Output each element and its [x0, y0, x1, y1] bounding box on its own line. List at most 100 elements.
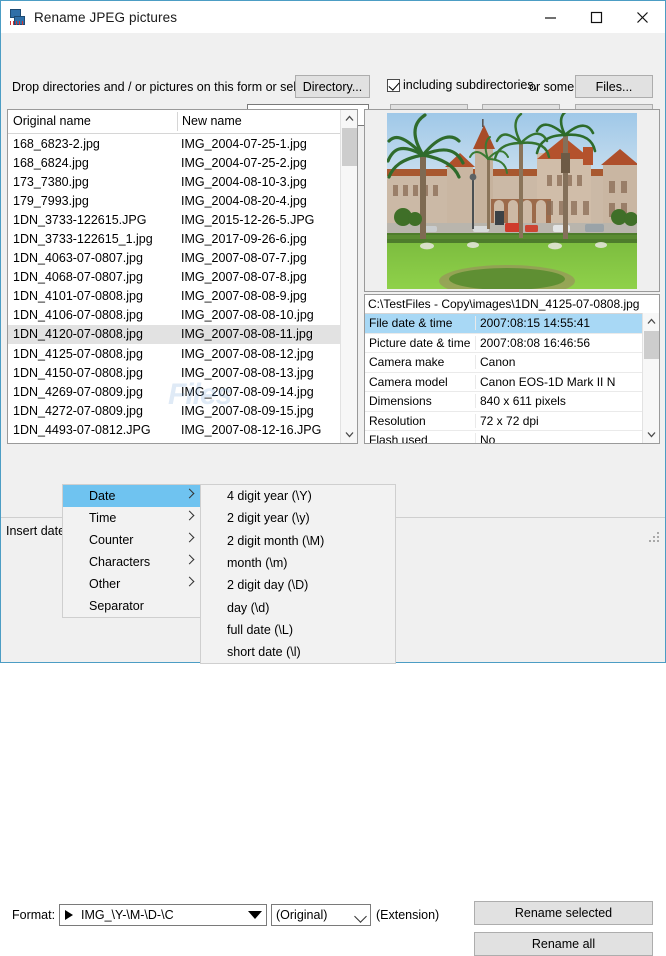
column-header-original-name[interactable]: Original name	[13, 114, 91, 128]
chevron-right-icon	[184, 532, 195, 543]
column-header-new-name[interactable]: New name	[182, 114, 242, 128]
cell-original-name: 1DN_4150-07-0808.jpg	[13, 365, 143, 380]
menu-item[interactable]: Date	[63, 485, 202, 507]
rename-app-icon	[10, 9, 26, 25]
file-list-scrollbar[interactable]	[340, 110, 357, 443]
insert-token-triangle-icon[interactable]	[65, 910, 73, 920]
submenu-item[interactable]: day (\d)	[201, 596, 395, 618]
cell-original-name: 1DN_4101-07-0808.jpg	[13, 289, 143, 304]
drop-instruction-label: Drop directories and / or pictures on th…	[12, 80, 324, 94]
menu-item[interactable]: Time	[63, 507, 202, 529]
exif-scrollbar[interactable]	[642, 313, 659, 443]
exif-row[interactable]: Dimensions 840 x 611 pixels	[365, 392, 659, 412]
directory-button[interactable]: Directory...	[295, 75, 370, 98]
table-row[interactable]: 173_7380.jpg IMG_2004-08-10-3.jpg	[8, 172, 357, 191]
cell-original-name: 1DN_4063-07-0807.jpg	[13, 251, 143, 266]
submenu-item-label: month (\m)	[227, 556, 288, 571]
table-row[interactable]: 1DN_4063-07-0807.jpg IMG_2007-08-07-7.jpg	[8, 249, 357, 268]
exif-info-panel[interactable]: C:\TestFiles - Copy\images\1DN_4125-07-0…	[364, 294, 660, 444]
exif-scroll-up-icon[interactable]	[643, 313, 659, 330]
cell-original-name: 168_6823-2.jpg	[13, 136, 100, 151]
menu-item[interactable]: Separator	[63, 595, 202, 617]
cell-new-name: IMG_2007-08-09-14.jpg	[181, 384, 314, 399]
submenu-item[interactable]: 2 digit year (\y)	[201, 507, 395, 529]
exif-row[interactable]: File date & time 2007:08:15 14:55:41	[365, 314, 659, 334]
table-row[interactable]: 1DN_3733-122615_1.jpg IMG_2017-09-26-6.jp…	[8, 229, 357, 248]
submenu-item[interactable]: full date (\L)	[201, 619, 395, 641]
cell-new-name: IMG_2007-08-09-15.jpg	[181, 403, 314, 418]
table-row[interactable]: 1DN_4272-07-0809.jpg IMG_2007-08-09-15.jp…	[8, 401, 357, 420]
including-subdirectories-checkbox[interactable]: including subdirectories,	[387, 78, 537, 92]
exif-row[interactable]: Camera make Canon	[365, 353, 659, 373]
format-combobox[interactable]: IMG_\Y-\M-\D-\C	[59, 904, 267, 926]
extension-value: (Original)	[276, 908, 328, 922]
table-row[interactable]: 168_6824.jpg IMG_2004-07-25-2.jpg	[8, 153, 357, 172]
exif-row[interactable]: Flash used No	[365, 431, 659, 443]
table-row[interactable]: 168_6823-2.jpg IMG_2004-07-25-1.jpg	[8, 134, 357, 153]
submenu-item[interactable]: short date (\l)	[201, 641, 395, 663]
extension-combobox[interactable]: (Original)	[271, 904, 371, 926]
cell-original-name: 1DN_4120-07-0808.jpg	[13, 327, 143, 342]
exif-scroll-down-icon[interactable]	[643, 426, 659, 443]
submenu-item[interactable]: 2 digit month (\M)	[201, 530, 395, 552]
chevron-right-icon	[184, 576, 195, 587]
menu-item-label: Characters	[89, 555, 151, 569]
close-icon[interactable]	[619, 1, 665, 33]
cell-new-name: IMG_2007-08-08-13.jpg	[181, 365, 314, 380]
submenu-item[interactable]: month (\m)	[201, 552, 395, 574]
table-row[interactable]: 1DN_4068-07-0807.jpg IMG_2007-08-07-8.jpg	[8, 268, 357, 287]
exif-value: 2007:08:15 14:55:41	[475, 316, 659, 331]
scroll-down-icon[interactable]	[341, 426, 357, 443]
menu-item[interactable]: Counter	[63, 529, 202, 551]
table-row[interactable]: 179_7993.jpg IMG_2004-08-20-4.jpg	[8, 191, 357, 210]
menu-item[interactable]: Characters	[63, 551, 202, 573]
rename-selected-button[interactable]: Rename selected	[474, 901, 653, 925]
scrollbar-thumb[interactable]	[342, 128, 357, 166]
maximize-icon[interactable]	[573, 1, 619, 33]
table-row[interactable]: 1DN_4125-07-0808.jpg IMG_2007-08-08-12.jp…	[8, 344, 357, 363]
rename-all-button[interactable]: Rename all	[474, 932, 653, 956]
extension-chevron-down-icon[interactable]	[354, 910, 367, 923]
cell-new-name: IMG_2015-12-26-5.JPG	[181, 212, 315, 227]
table-row[interactable]: 1DN_4120-07-0808.jpg IMG_2007-08-08-11.jp…	[8, 324, 357, 345]
cell-original-name: 1DN_4269-07-0809.jpg	[13, 384, 143, 399]
table-row[interactable]: 1DN_4269-07-0809.jpg IMG_2007-08-09-14.jp…	[8, 382, 357, 401]
cell-original-name: 1DN_3733-122615.JPG	[13, 212, 147, 227]
table-row[interactable]: 1DN_4150-07-0808.jpg IMG_2007-08-08-13.jp…	[8, 363, 357, 382]
exif-key: Resolution	[369, 413, 426, 428]
submenu-item[interactable]: 2 digit day (\D)	[201, 574, 395, 596]
table-row[interactable]: 1DN_4493-07-0812.JPG IMG_2007-08-12-16.JP…	[8, 420, 357, 439]
cell-new-name: IMG_2017-09-26-17.jpg	[177, 442, 357, 443]
exif-value: 2007:08:08 16:46:56	[475, 335, 659, 350]
top-form-area: Drop directories and / or pictures on th…	[1, 33, 665, 127]
date-submenu[interactable]: 4 digit year (\Y) 2 digit year (\y) 2 digi…	[200, 484, 396, 665]
format-dropdown-arrow-icon[interactable]	[248, 911, 262, 919]
submenu-item[interactable]: 4 digit year (\Y)	[201, 485, 395, 507]
format-value: IMG_\Y-\M-\D-\C	[81, 908, 174, 922]
exif-key: Picture date & time	[369, 335, 471, 350]
submenu-item-label: full date (\L)	[227, 622, 294, 637]
menu-item[interactable]: Other	[63, 573, 202, 595]
file-list-panel[interactable]: Original name New name 168_6823-2.jpg IMG…	[7, 109, 358, 444]
exif-row[interactable]: Resolution 72 x 72 dpi	[365, 412, 659, 431]
chevron-right-icon	[184, 554, 195, 565]
resize-grip-icon[interactable]	[648, 531, 660, 543]
menu-item-label: Date	[89, 489, 116, 503]
checkbox-checked-icon[interactable]	[387, 78, 400, 92]
scroll-up-icon[interactable]	[341, 110, 357, 127]
app-window: Rename JPEG pictures Drop directories an…	[0, 0, 666, 956]
submenu-item-label: 2 digit month (\M)	[227, 533, 325, 548]
format-token-menu[interactable]: Date Time Counter Characters Other Separator	[62, 484, 203, 618]
table-row[interactable]: 1DN_4101-07-0808.jpg IMG_2007-08-08-9.jpg	[8, 287, 357, 306]
minimize-icon[interactable]	[527, 1, 573, 33]
table-row[interactable]: 1DN_4493-07-0812_1.jpgIMG_2017-09-26-17.…	[8, 440, 357, 443]
cell-new-name: IMG_2007-08-08-12.jpg	[181, 346, 314, 361]
table-row[interactable]: 1DN_4106-07-0808.jpg IMG_2007-08-08-10.jp…	[8, 306, 357, 325]
image-preview-panel	[364, 109, 660, 292]
exif-row[interactable]: Camera model Canon EOS-1D Mark II N	[365, 373, 659, 392]
menu-item-label: Counter	[89, 533, 134, 547]
table-row[interactable]: 1DN_3733-122615.JPG IMG_2015-12-26-5.JPG	[8, 210, 357, 229]
exif-row[interactable]: Picture date & time 2007:08:08 16:46:56	[365, 334, 659, 353]
exif-scrollbar-thumb[interactable]	[644, 331, 659, 359]
files-button[interactable]: Files...	[575, 75, 653, 98]
